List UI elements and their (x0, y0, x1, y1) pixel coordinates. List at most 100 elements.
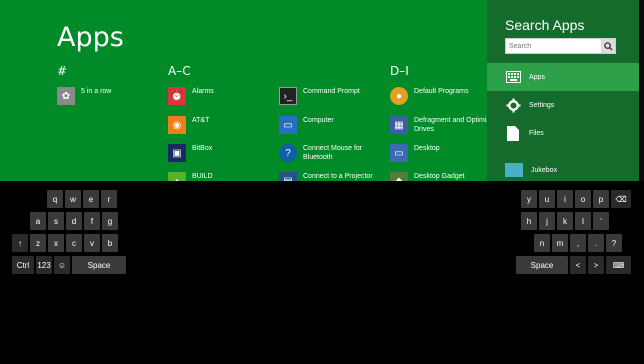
search-pane-title: Search Apps (505, 17, 585, 33)
key-s[interactable]: s (48, 212, 64, 230)
help-icon: ? (279, 144, 297, 162)
tile-label: 5 in a row (81, 88, 112, 95)
tile-connect-mouse-bluetooth[interactable]: ? Connect Mouse for Bluetooth (279, 144, 388, 162)
scope-apps[interactable]: Apps (487, 63, 639, 91)
section-header-hash: # (57, 64, 68, 78)
screen-edge (639, 0, 644, 181)
key-a[interactable]: a (30, 212, 46, 230)
tile-label: AT&T (192, 117, 210, 124)
tile-5-in-a-row[interactable]: ✿ 5 in a row (57, 87, 166, 105)
key-shift-left[interactable]: ↑ (12, 234, 28, 252)
command-prompt-icon: ›_ (279, 87, 297, 105)
key-p[interactable]: p (593, 190, 609, 208)
key-w[interactable]: w (65, 190, 81, 208)
key-question[interactable]: ? (606, 234, 622, 252)
key-n[interactable]: n (534, 234, 550, 252)
tile-label: Connect to a Projector (303, 173, 373, 180)
tile-default-programs[interactable]: ● Default Programs (390, 87, 487, 105)
scope-label: Files (529, 129, 544, 137)
tile-label: Defragment and Optimize Drives (414, 117, 487, 133)
scope-jukebox[interactable]: Jukebox (505, 163, 557, 177)
tile-connect-projector[interactable]: ▤ Connect to a Projector (279, 172, 388, 181)
key-e[interactable]: e (83, 190, 99, 208)
tile-defragment[interactable]: ▦ Defragment and Optimize Drives (390, 116, 487, 134)
section-header-d-i: D–I (390, 64, 409, 78)
key-v[interactable]: v (84, 234, 100, 252)
att-icon: ◉ (168, 116, 186, 134)
files-icon (505, 125, 521, 141)
tile-label: BUILD (192, 173, 213, 180)
key-o[interactable]: o (575, 190, 591, 208)
default-programs-icon: ● (390, 87, 408, 105)
key-l[interactable]: l (575, 212, 591, 230)
scope-label: Settings (529, 101, 555, 109)
key-z[interactable]: z (30, 234, 46, 252)
computer-icon: ▭ (279, 116, 297, 134)
key-f[interactable]: f (84, 212, 100, 230)
key-space-right[interactable]: Space (516, 256, 568, 274)
tile-label: Computer (303, 117, 334, 124)
tile-command-prompt[interactable]: ›_ Command Prompt (279, 87, 388, 105)
key-y[interactable]: y (521, 190, 537, 208)
key-c[interactable]: c (66, 234, 82, 252)
key-g[interactable]: g (102, 212, 118, 230)
tile-label: Default Programs (414, 88, 469, 95)
search-icon[interactable] (601, 39, 615, 53)
key-d[interactable]: d (66, 212, 82, 230)
jukebox-icon (505, 163, 523, 177)
tile-label: Command Prompt (303, 88, 360, 95)
tile-label: Desktop (414, 145, 440, 152)
scope-label: Apps (529, 73, 545, 81)
tile-label: Desktop Gadget (414, 173, 465, 180)
bitbox-icon: ▣ (168, 144, 186, 162)
key-123[interactable]: 123 (36, 256, 52, 274)
key-period[interactable]: . (588, 234, 604, 252)
key-ctrl[interactable]: Ctrl (12, 256, 34, 274)
key-space-left[interactable]: Space (72, 256, 126, 274)
keyboard-icon[interactable]: ⌨ (606, 256, 631, 274)
tile-bitbox[interactable]: ▣ BitBox (168, 144, 277, 162)
tile-label: Alarms (192, 88, 214, 95)
key-left-arrow[interactable]: < (570, 256, 586, 274)
key-j[interactable]: j (539, 212, 555, 230)
key-h[interactable]: h (521, 212, 537, 230)
touch-keyboard: q w e r a s d f g ↑ z x c v b Ctrl 123 ☺… (0, 181, 644, 364)
key-right-arrow[interactable]: > (588, 256, 604, 274)
key-comma[interactable]: , (570, 234, 586, 252)
section-header-a-c: A–C (168, 64, 191, 78)
key-q[interactable]: q (47, 190, 63, 208)
tile-build[interactable]: ▪ BUILD (168, 172, 277, 181)
tile-desktop-gadget[interactable]: ◆ Desktop Gadget (390, 172, 487, 181)
gadget-icon: ◆ (390, 172, 408, 181)
tile-desktop[interactable]: ▭ Desktop (390, 144, 487, 162)
search-pane: Search Apps Apps Settings Files Jukebox (487, 0, 639, 181)
tile-computer[interactable]: ▭ Computer (279, 116, 388, 134)
key-apostrophe[interactable]: ' (593, 212, 609, 230)
key-r[interactable]: r (101, 190, 117, 208)
scope-files[interactable]: Files (487, 119, 639, 147)
apps-view: Apps # A–C D–I ✿ 5 in a row ⏰ Alarms ◉ A… (0, 0, 487, 181)
tile-label: BitBox (192, 145, 213, 152)
key-b[interactable]: b (102, 234, 118, 252)
tile-label: Connect Mouse for Bluetooth (303, 145, 363, 161)
tile-att[interactable]: ◉ AT&T (168, 116, 277, 134)
page-title: Apps (57, 22, 124, 53)
apps-icon (505, 69, 521, 85)
key-k[interactable]: k (557, 212, 573, 230)
alarm-icon: ⏰ (168, 87, 186, 105)
tile-alarms[interactable]: ⏰ Alarms (168, 87, 277, 105)
settings-icon (505, 97, 521, 113)
key-m[interactable]: m (552, 234, 568, 252)
key-emoji[interactable]: ☺ (54, 256, 70, 274)
search-box (505, 38, 616, 54)
desktop-icon: ▭ (390, 144, 408, 162)
search-input[interactable] (506, 40, 601, 52)
scope-settings[interactable]: Settings (487, 91, 639, 119)
key-i[interactable]: i (557, 190, 573, 208)
scope-label: Jukebox (531, 166, 558, 174)
build-icon: ▪ (168, 172, 186, 181)
game-icon: ✿ (57, 87, 75, 105)
key-x[interactable]: x (48, 234, 64, 252)
backspace-icon[interactable]: ⌫ (611, 190, 631, 208)
key-u[interactable]: u (539, 190, 555, 208)
